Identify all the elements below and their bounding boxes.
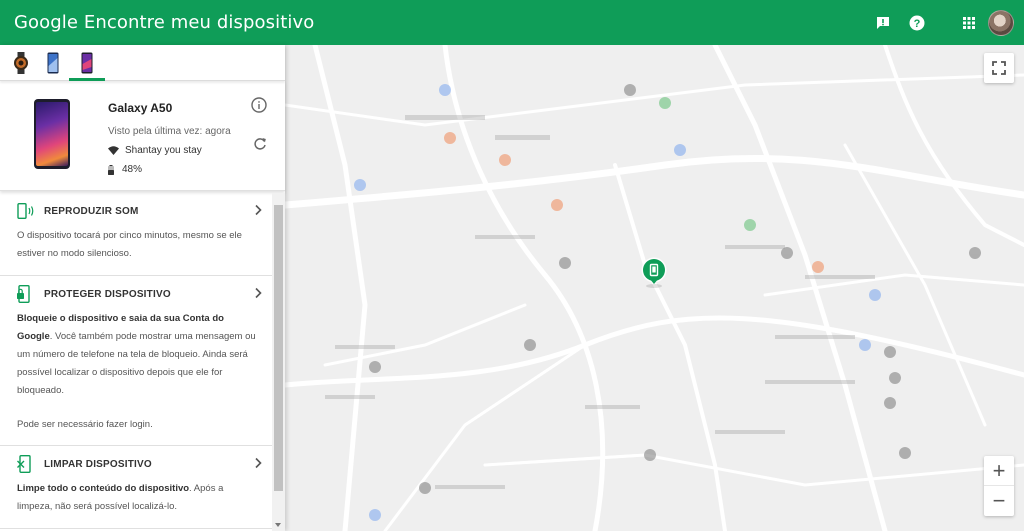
help-icon[interactable]: ? bbox=[900, 6, 934, 40]
erase-device-desc-bold: Limpe todo o conteúdo do dispositivo bbox=[17, 483, 190, 494]
wifi-icon bbox=[108, 146, 119, 155]
refresh-icon[interactable] bbox=[253, 137, 267, 156]
secure-device-action[interactable]: PROTEGER DISPOSITIVO Bloqueie o disposit… bbox=[0, 276, 272, 446]
scrollbar-thumb[interactable] bbox=[274, 205, 283, 491]
play-sound-desc: O dispositivo tocará por cinco minutos, … bbox=[17, 230, 242, 259]
device-card: Galaxy A50 Visto pela última vez: agora … bbox=[0, 81, 285, 191]
phone-blue-icon bbox=[47, 52, 59, 73]
apps-grid-icon[interactable] bbox=[952, 6, 986, 40]
wifi-name: Shantay you stay bbox=[125, 145, 202, 156]
tab-smartwatch[interactable] bbox=[5, 45, 37, 80]
fullscreen-icon bbox=[992, 61, 1006, 75]
erase-device-action[interactable]: LIMPAR DISPOSITIVO Limpe todo o conteúdo… bbox=[0, 446, 272, 529]
chevron-right-icon bbox=[254, 203, 262, 221]
battery-level: 48% bbox=[122, 164, 143, 175]
top-actions: ? bbox=[866, 0, 1024, 45]
svg-text:?: ? bbox=[914, 18, 921, 30]
smartwatch-icon bbox=[14, 51, 28, 74]
zoom-out-button[interactable]: − bbox=[984, 486, 1014, 516]
erase-device-title: LIMPAR DISPOSITIVO bbox=[44, 458, 152, 470]
device-name: Galaxy A50 bbox=[108, 101, 173, 115]
chevron-right-icon bbox=[254, 286, 262, 304]
battery-status: 48% bbox=[108, 164, 142, 175]
avatar[interactable] bbox=[988, 9, 1014, 36]
zoom-controls: + − bbox=[984, 456, 1014, 516]
device-tabs bbox=[0, 45, 285, 81]
secure-device-desc-rest: . Você também pode mostrar uma mensagem … bbox=[17, 331, 256, 396]
last-seen: Visto pela última vez: agora bbox=[108, 126, 231, 137]
map-area[interactable]: + − bbox=[285, 45, 1024, 531]
device-location-marker[interactable] bbox=[640, 257, 668, 289]
play-sound-title: REPRODUZIR SOM bbox=[44, 205, 139, 217]
feedback-icon[interactable] bbox=[866, 6, 900, 40]
secure-device-desc: Bloqueie o dispositivo e saia da sua Con… bbox=[17, 310, 256, 400]
top-app-bar: Google Encontre meu dispositivo ? bbox=[0, 0, 1024, 45]
login-note: Pode ser necessário fazer login. bbox=[17, 419, 153, 430]
chevron-right-icon bbox=[254, 456, 262, 474]
device-image bbox=[34, 99, 70, 169]
play-sound-action[interactable]: REPRODUZIR SOM O dispositivo tocará por … bbox=[0, 193, 272, 276]
actions-list: REPRODUZIR SOM O dispositivo tocará por … bbox=[0, 193, 272, 531]
battery-icon bbox=[108, 164, 114, 175]
secure-device-title: PROTEGER DISPOSITIVO bbox=[44, 288, 171, 300]
erase-device-desc: Limpe todo o conteúdo do dispositivo. Ap… bbox=[17, 480, 256, 516]
fullscreen-button[interactable] bbox=[984, 53, 1014, 83]
scroll-down-icon[interactable] bbox=[275, 523, 281, 527]
tab-phone-2[interactable] bbox=[37, 45, 69, 80]
tab-galaxy-a50[interactable] bbox=[69, 45, 105, 81]
lock-phone-icon bbox=[17, 285, 37, 303]
wifi-status: Shantay you stay bbox=[108, 145, 202, 156]
zoom-in-button[interactable]: + bbox=[984, 456, 1014, 486]
info-icon[interactable] bbox=[251, 97, 267, 118]
panel-scrollbar[interactable] bbox=[272, 193, 285, 531]
phone-galaxy-icon bbox=[81, 52, 93, 73]
ringing-phone-icon bbox=[17, 203, 37, 219]
erase-phone-icon bbox=[17, 455, 37, 473]
app-title[interactable]: Google Encontre meu dispositivo bbox=[14, 12, 314, 33]
device-panel: Galaxy A50 Visto pela última vez: agora … bbox=[0, 45, 285, 531]
